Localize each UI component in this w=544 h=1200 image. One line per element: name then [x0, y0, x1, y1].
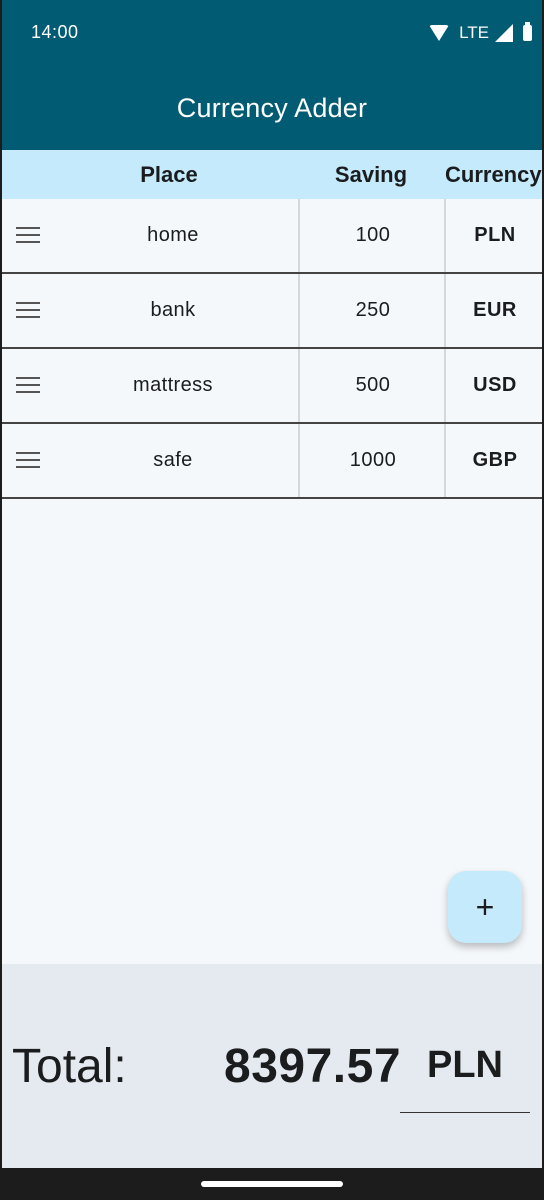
currency-cell[interactable]: PLN	[444, 199, 542, 272]
header-saving: Saving	[334, 162, 408, 187]
table-row[interactable]: safe 1000 GBP	[2, 424, 542, 499]
saving-cell[interactable]: 100	[298, 199, 446, 272]
app-bar: Currency Adder	[2, 64, 542, 150]
add-row-button[interactable]: +	[448, 871, 522, 943]
status-bar: 14:00 LTE	[2, 0, 542, 64]
saving-cell[interactable]: 1000	[298, 424, 446, 497]
battery-icon	[523, 22, 532, 41]
currency-cell[interactable]: EUR	[444, 274, 542, 347]
total-label: Total:	[12, 1040, 127, 1093]
status-icons: LTE	[429, 22, 532, 44]
table-header: Place Saving Currency	[2, 150, 542, 199]
table-row[interactable]: bank 250 EUR	[2, 274, 542, 349]
place-cell[interactable]: bank	[48, 274, 298, 347]
signal-icon	[495, 24, 513, 42]
app-title: Currency Adder	[176, 93, 368, 123]
table-row[interactable]: home 100 PLN	[2, 199, 542, 274]
header-currency: Currency	[445, 162, 542, 187]
place-cell[interactable]: home	[48, 199, 298, 272]
saving-cell[interactable]: 500	[298, 349, 446, 422]
network-type: LTE	[459, 23, 489, 42]
currency-cell[interactable]: GBP	[444, 424, 542, 497]
place-cell[interactable]: mattress	[48, 349, 298, 422]
total-footer: Total: 8397.57 PLN	[2, 964, 542, 1168]
home-indicator[interactable]	[201, 1181, 343, 1187]
drag-handle-icon[interactable]	[16, 302, 40, 318]
total-value: 8397.57	[224, 1040, 402, 1093]
place-cell[interactable]: safe	[48, 424, 298, 497]
saving-cell[interactable]: 250	[298, 274, 446, 347]
plus-icon: +	[475, 888, 495, 925]
header-place: Place	[140, 162, 198, 187]
drag-handle-icon[interactable]	[16, 452, 40, 468]
wifi-icon	[429, 25, 450, 41]
currency-cell[interactable]: USD	[444, 349, 542, 422]
savings-list: home 100 PLN bank 250 EUR mattress 500 U…	[2, 199, 542, 499]
drag-handle-icon[interactable]	[16, 227, 40, 243]
status-time: 14:00	[31, 22, 79, 42]
currency-underline	[400, 1112, 530, 1113]
app-screen: 14:00 LTE Currency Adder Place Saving Cu…	[2, 0, 542, 1168]
table-row[interactable]: mattress 500 USD	[2, 349, 542, 424]
total-currency-select[interactable]: PLN	[400, 1044, 530, 1087]
drag-handle-icon[interactable]	[16, 377, 40, 393]
